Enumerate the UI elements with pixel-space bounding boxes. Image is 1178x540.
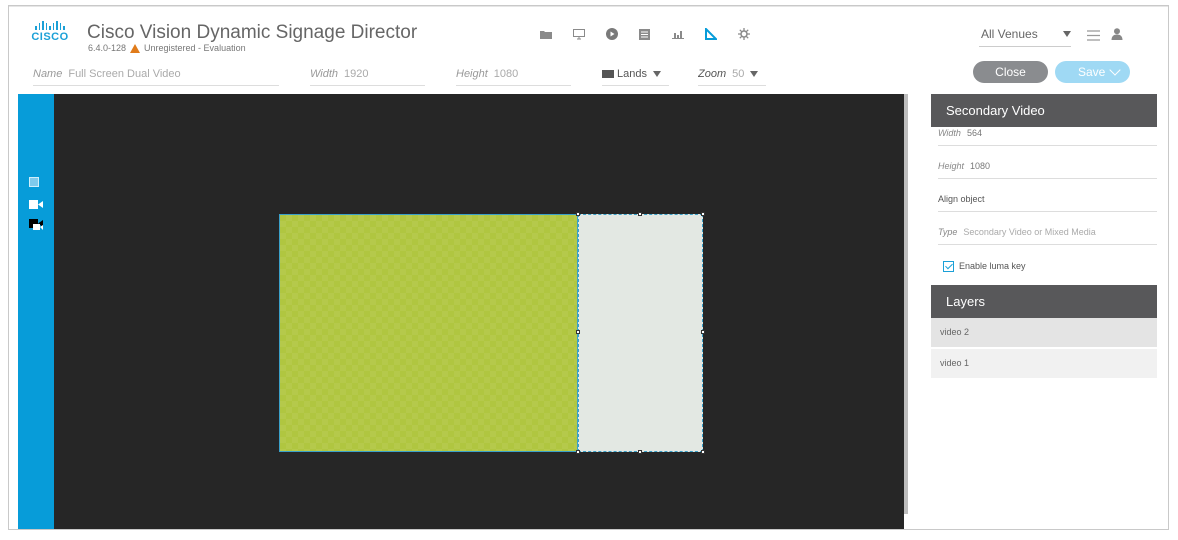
venue-select-value: All Venues [981, 27, 1038, 41]
object-width-field[interactable]: Width 564 [938, 128, 1157, 146]
app-window: CISCO Cisco Vision Dynamic Signage Direc… [8, 5, 1169, 530]
tool-strip [18, 94, 54, 529]
chevron-down-icon [652, 71, 661, 78]
app-title: Cisco Vision Dynamic Signage Director [87, 22, 418, 43]
landscape-icon [602, 70, 614, 79]
list-icon[interactable] [628, 27, 661, 41]
play-icon[interactable] [595, 27, 628, 41]
width-field[interactable]: Width 1920 [310, 64, 425, 86]
layer-item[interactable]: video 2 [931, 318, 1157, 347]
zoom-select[interactable]: Zoom 50 [698, 64, 766, 86]
secondary-video-tool-icon[interactable] [29, 218, 44, 236]
resize-handle[interactable] [638, 212, 642, 216]
name-value: Full Screen Dual Video [68, 68, 181, 80]
app-version-line: 6.4.0-128 Unregistered - Evaluation [88, 43, 246, 53]
layers-panel-title: Layers [931, 285, 1157, 318]
design-canvas[interactable] [54, 94, 904, 529]
video-region-primary[interactable] [279, 214, 578, 452]
chevron-down-icon [750, 71, 759, 78]
luma-key-checkbox[interactable] [943, 261, 954, 272]
orientation-select[interactable]: Lands [602, 64, 669, 86]
height-field[interactable]: Height 1080 [456, 64, 571, 86]
registration-status: Unregistered - Evaluation [144, 43, 246, 53]
resize-handle[interactable] [576, 330, 580, 334]
menu-icon[interactable] [1087, 28, 1100, 46]
close-button[interactable]: Close [973, 61, 1048, 83]
resize-handle[interactable] [701, 212, 705, 216]
layer-item[interactable]: video 1 [931, 349, 1157, 378]
main-toolbar [529, 27, 760, 41]
resize-handle[interactable] [576, 212, 580, 216]
resize-handle[interactable] [701, 330, 705, 334]
name-field[interactable]: Name Full Screen Dual Video [33, 64, 279, 86]
canvas-scrollbar[interactable] [904, 94, 908, 514]
logo-bars-icon [27, 21, 73, 30]
chevron-down-icon[interactable] [1109, 64, 1121, 76]
resize-handle[interactable] [576, 450, 580, 454]
user-icon[interactable] [1111, 27, 1123, 45]
monitor-icon[interactable] [562, 27, 595, 41]
warning-icon [130, 43, 141, 53]
rectangle-tool-icon[interactable] [29, 174, 39, 192]
video-tool-icon[interactable] [29, 196, 43, 214]
luma-key-label: Enable luma key [959, 261, 1026, 271]
folder-icon[interactable] [529, 27, 562, 41]
align-object-field[interactable]: Align object [938, 194, 1157, 212]
width-value: 1920 [344, 68, 369, 80]
resize-handle[interactable] [701, 450, 705, 454]
resize-handle[interactable] [638, 450, 642, 454]
height-value: 1080 [493, 68, 519, 80]
object-height-field[interactable]: Height 1080 [938, 161, 1157, 179]
app-header: CISCO Cisco Vision Dynamic Signage Direc… [9, 6, 1168, 58]
object-panel-title: Secondary Video [931, 94, 1157, 127]
object-type-field[interactable]: Type Secondary Video or Mixed Media [938, 227, 1157, 245]
chevron-down-icon [1063, 31, 1071, 37]
save-button[interactable]: Save [1055, 61, 1130, 83]
venue-select[interactable]: All Venues [979, 25, 1071, 47]
video-region-secondary[interactable] [576, 212, 705, 454]
app-version: 6.4.0-128 [88, 43, 127, 53]
design-icon[interactable] [694, 27, 727, 41]
chart-icon[interactable] [661, 27, 694, 41]
cisco-logo: CISCO [27, 21, 73, 43]
gear-icon[interactable] [727, 27, 760, 41]
